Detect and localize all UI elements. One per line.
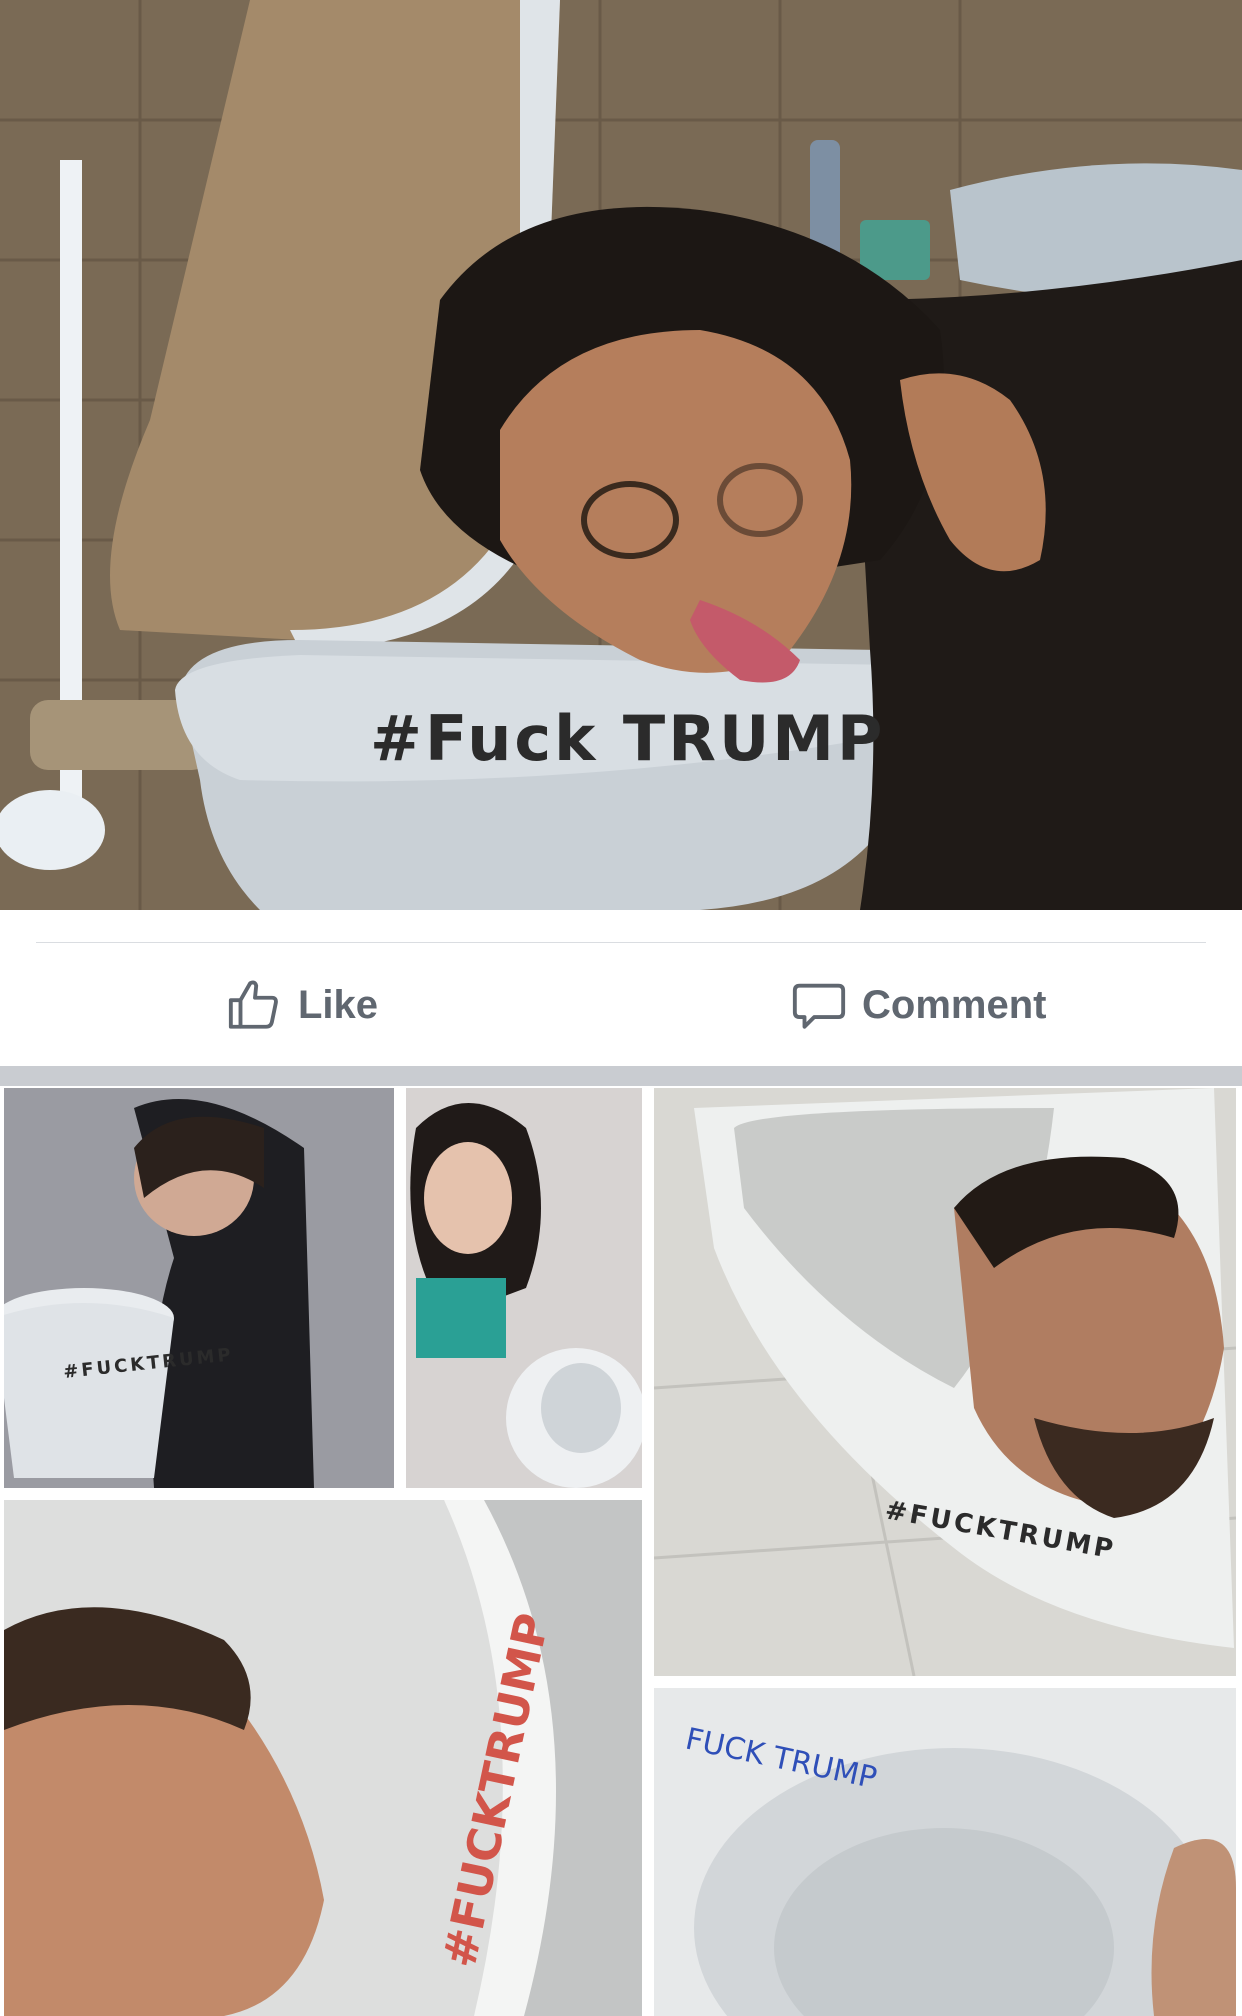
post-separator-band: [0, 1066, 1242, 1086]
collage-photo-5-scene: FUCK TRUMP: [654, 1688, 1236, 2016]
comment-button[interactable]: Comment: [790, 942, 1046, 1068]
collage-photo-4[interactable]: #FUCKTRUMP: [4, 1500, 642, 2016]
collage-photo-2[interactable]: [406, 1088, 642, 1488]
thumbs-up-icon: [228, 980, 278, 1029]
like-label: Like: [298, 982, 379, 1027]
speech-bubble-icon: [792, 983, 846, 1029]
main-photo-scene: #Fuck TRUMP: [0, 0, 1242, 910]
collage-photo-1-scene: #FUCKTRUMP: [4, 1088, 394, 1488]
comment-label: Comment: [862, 982, 1047, 1027]
like-button[interactable]: Like: [226, 942, 378, 1068]
collage-photo-3-scene: #FUCKTRUMP: [654, 1088, 1236, 1676]
collage-photo-3[interactable]: #FUCKTRUMP: [654, 1088, 1236, 1676]
collage-photo-5[interactable]: FUCK TRUMP: [654, 1688, 1236, 2016]
post-action-bar: Like Comment: [0, 942, 1242, 1068]
collage-photo-4-scene: #FUCKTRUMP: [4, 1500, 642, 2016]
photo-collage: #FUCKTRUMP #FUCKTRUMP #FUCKTRUMP FUCK TR…: [0, 1086, 1242, 2016]
collage-photo-1[interactable]: #FUCKTRUMP: [4, 1088, 394, 1488]
main-post-photo[interactable]: #Fuck TRUMP: [0, 0, 1242, 910]
seat-writing: #Fuck TRUMP: [370, 702, 885, 775]
collage-photo-2-scene: [406, 1088, 642, 1488]
